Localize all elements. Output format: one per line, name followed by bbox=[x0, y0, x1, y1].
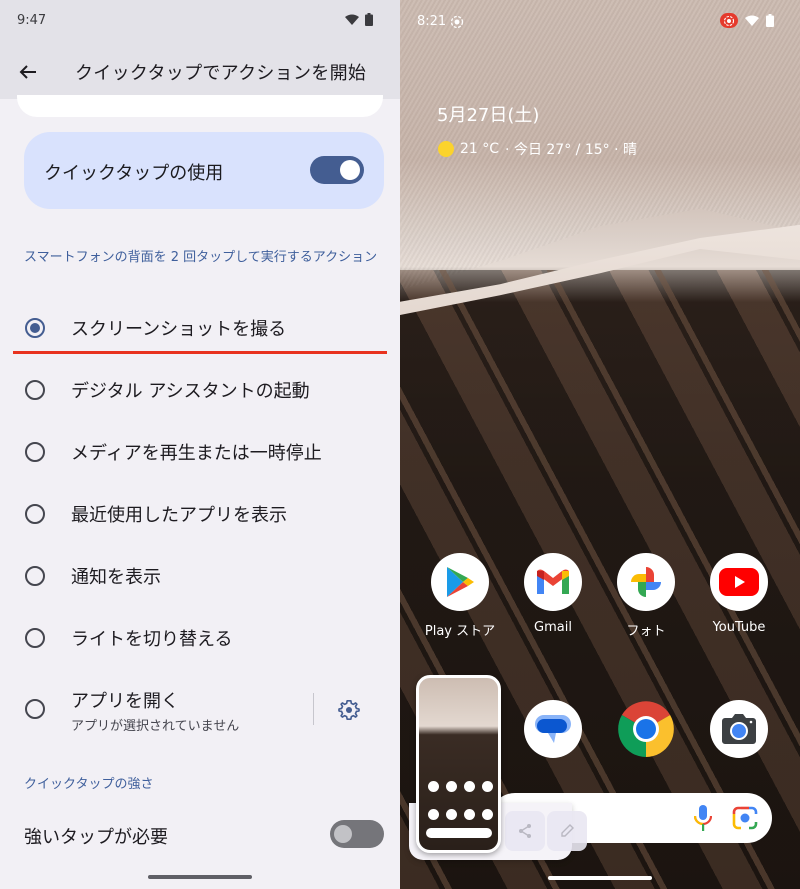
radio-button[interactable] bbox=[25, 318, 45, 338]
page-title: クイックタップでアクションを開始 bbox=[75, 63, 367, 84]
radio-button[interactable] bbox=[25, 699, 45, 719]
option-media[interactable]: メディアを再生または一時停止 bbox=[0, 421, 400, 483]
radio-button[interactable] bbox=[25, 504, 45, 524]
screenshot-thumbnail[interactable] bbox=[416, 675, 501, 853]
option-label: ライトを切り替える bbox=[71, 629, 233, 650]
mic-icon bbox=[693, 805, 713, 831]
status-icons bbox=[720, 13, 774, 28]
recording-icon bbox=[720, 13, 738, 28]
app-label: Gmail bbox=[534, 620, 572, 635]
edit-screenshot-button[interactable] bbox=[547, 811, 587, 851]
previous-card-edge bbox=[17, 95, 383, 117]
radio-button[interactable] bbox=[25, 566, 45, 586]
thumb-app bbox=[464, 781, 475, 792]
app-label: Play ストア bbox=[424, 624, 496, 639]
app-chrome[interactable] bbox=[616, 700, 676, 758]
weather-widget[interactable]: 21 °C · 今日 27° / 15° · 晴 bbox=[438, 139, 637, 159]
option-label: スクリーンショットを撮る bbox=[71, 319, 287, 340]
app-gmail[interactable]: Gmail bbox=[523, 553, 583, 635]
radio-button[interactable] bbox=[25, 380, 45, 400]
status-time: 8:21 bbox=[417, 14, 447, 29]
option-flashlight[interactable]: ライトを切り替える bbox=[0, 607, 400, 669]
share-screenshot-button[interactable] bbox=[505, 811, 545, 851]
app-youtube[interactable]: YouTube bbox=[709, 553, 769, 635]
quick-tap-toggle-card[interactable]: クイックタップの使用 bbox=[24, 132, 384, 209]
open-app-settings-button[interactable] bbox=[336, 697, 362, 723]
option-label: メディアを再生または一時停止 bbox=[71, 443, 322, 464]
strong-tap-row[interactable]: 強いタップが必要 bbox=[0, 803, 400, 865]
date-widget[interactable]: 5月27日(土) bbox=[437, 101, 539, 127]
option-notifications[interactable]: 通知を表示 bbox=[0, 545, 400, 607]
sun-icon bbox=[438, 141, 454, 157]
app-photos[interactable]: フォト bbox=[616, 553, 676, 639]
camera-icon bbox=[710, 700, 768, 758]
option-label: アプリを開く bbox=[71, 691, 179, 712]
gmail-icon bbox=[524, 553, 582, 611]
switch-knob bbox=[334, 825, 352, 843]
wifi-icon bbox=[745, 15, 759, 26]
thumb-search-bar bbox=[426, 828, 492, 838]
switch-knob bbox=[340, 160, 360, 180]
thumb-app bbox=[428, 781, 439, 792]
thumb-app bbox=[482, 781, 493, 792]
thumb-app bbox=[428, 809, 439, 820]
strong-tap-label: 強いタップが必要 bbox=[24, 827, 168, 848]
battery-icon bbox=[766, 14, 774, 27]
option-label: 通知を表示 bbox=[71, 567, 161, 588]
gesture-nav-handle[interactable] bbox=[148, 875, 252, 879]
top-app-bar: 9:47 クイックタップでアクションを開始 bbox=[0, 0, 400, 99]
thumb-app bbox=[446, 781, 457, 792]
thumb-app bbox=[446, 809, 457, 820]
option-screenshot[interactable]: スクリーンショットを撮る bbox=[0, 297, 400, 359]
radio-button[interactable] bbox=[25, 442, 45, 462]
weather-temp: 21 °C bbox=[460, 141, 500, 157]
app-camera[interactable] bbox=[709, 700, 769, 758]
app-label: フォト bbox=[626, 624, 666, 639]
home-screen: 8:21 5月27日(土) 21 °C · 今日 27° / 15° · 晴 P… bbox=[400, 0, 800, 889]
app-label: YouTube bbox=[712, 620, 766, 635]
lens-icon bbox=[732, 806, 758, 830]
arrow-left-icon bbox=[19, 65, 36, 79]
youtube-icon bbox=[710, 553, 768, 611]
weather-forecast: · 今日 27° / 15° · 晴 bbox=[505, 142, 637, 158]
thumb-app bbox=[482, 809, 493, 820]
share-icon bbox=[519, 824, 531, 838]
messages-icon bbox=[524, 700, 582, 758]
option-assistant[interactable]: デジタル アシスタントの起動 bbox=[0, 359, 400, 421]
vertical-divider bbox=[313, 693, 314, 725]
chrome-icon bbox=[617, 700, 675, 758]
app-messages[interactable] bbox=[523, 700, 583, 758]
thumb-app bbox=[464, 809, 475, 820]
battery-icon bbox=[365, 13, 373, 26]
strong-tap-switch[interactable] bbox=[330, 820, 384, 848]
voice-search-button[interactable] bbox=[693, 805, 713, 836]
option-label: デジタル アシスタントの起動 bbox=[71, 381, 310, 402]
app-play-store[interactable]: Play ストア bbox=[425, 553, 495, 639]
highlight-underline bbox=[13, 351, 387, 354]
settings-screen: 9:47 クイックタップでアクションを開始 クイックタップの使用 スマートフォン… bbox=[0, 0, 400, 889]
photos-icon bbox=[617, 553, 675, 611]
edit-icon bbox=[561, 824, 574, 837]
wifi-icon bbox=[345, 14, 359, 25]
play-store-icon bbox=[431, 553, 489, 611]
gesture-nav-handle[interactable] bbox=[548, 876, 652, 880]
option-recent-apps[interactable]: 最近使用したアプリを表示 bbox=[0, 483, 400, 545]
gear-icon bbox=[338, 700, 360, 720]
option-sublabel: アプリが選択されていません bbox=[71, 719, 240, 734]
status-time: 9:47 bbox=[17, 13, 47, 28]
quick-tap-toggle-label: クイックタップの使用 bbox=[44, 163, 224, 184]
back-button[interactable] bbox=[14, 58, 42, 86]
lens-search-button[interactable] bbox=[732, 806, 758, 834]
quick-tap-switch[interactable] bbox=[310, 156, 364, 184]
option-label: 最近使用したアプリを表示 bbox=[71, 505, 287, 526]
strength-section-heading: クイックタップの強さ bbox=[24, 777, 154, 792]
option-open-app[interactable]: アプリを開く アプリが選択されていません bbox=[0, 679, 300, 741]
status-icons bbox=[345, 13, 373, 26]
action-section-heading: スマートフォンの背面を 2 回タップして実行するアクション bbox=[24, 250, 378, 265]
screen-record-indicator-icon bbox=[450, 14, 464, 33]
radio-button[interactable] bbox=[25, 628, 45, 648]
